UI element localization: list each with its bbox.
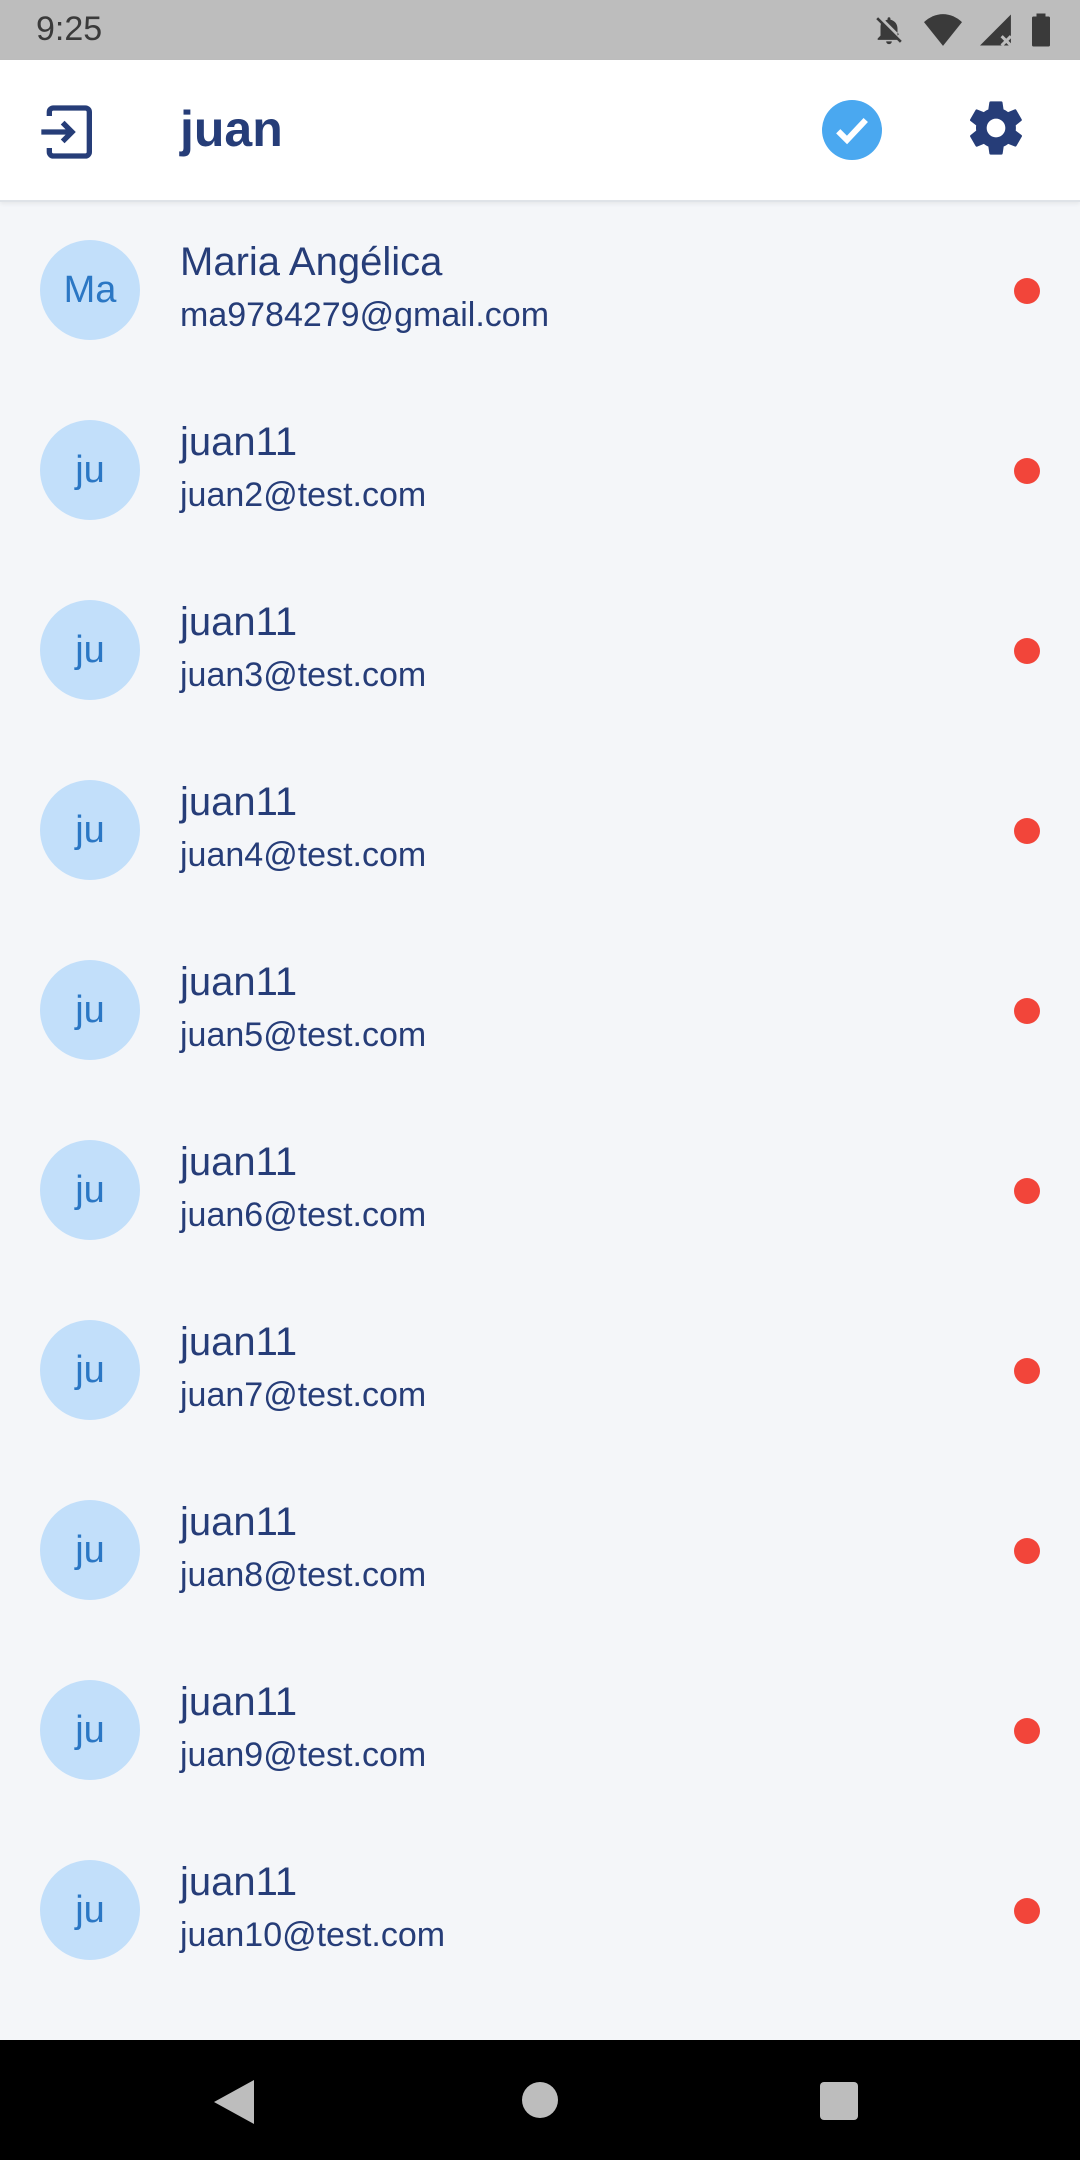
- contact-name: juan11: [180, 1860, 298, 1904]
- avatar: ju: [40, 420, 140, 520]
- status-dot-icon: [1014, 1538, 1040, 1564]
- contact-row[interactable]: Ma Maria Angélica ma9784279@gmail.com: [0, 200, 1080, 380]
- settings-gear-icon[interactable]: [964, 96, 1028, 160]
- contact-row[interactable]: ju juan11 juan9@test.com: [0, 1640, 1080, 1820]
- contact-email: juan4@test.com: [180, 836, 427, 874]
- notifications-off-icon: [872, 13, 906, 47]
- avatar: ju: [40, 1320, 140, 1420]
- avatar: ju: [40, 960, 140, 1060]
- status-dot-icon: [1014, 1178, 1040, 1204]
- contact-email: juan3@test.com: [180, 656, 427, 694]
- back-icon[interactable]: [214, 2080, 254, 2129]
- verified-check-icon[interactable]: [822, 100, 882, 160]
- contact-email: juan2@test.com: [180, 476, 427, 514]
- avatar: ju: [40, 1140, 140, 1240]
- avatar: ju: [40, 1860, 140, 1960]
- status-icons: [872, 12, 1050, 48]
- contact-row[interactable]: ju juan11 juan4@test.com: [0, 740, 1080, 920]
- cell-signal-icon: [980, 14, 1014, 46]
- contact-email: juan9@test.com: [180, 1736, 427, 1774]
- contact-row[interactable]: ju juan11 juan8@test.com: [0, 1460, 1080, 1640]
- contact-name: juan11: [180, 1140, 298, 1184]
- status-dot-icon: [1014, 1718, 1040, 1744]
- contact-email: juan8@test.com: [180, 1556, 427, 1594]
- status-dot-icon: [1014, 278, 1040, 304]
- avatar: ju: [40, 1500, 140, 1600]
- contact-name: juan11: [180, 420, 298, 464]
- contact-row[interactable]: ju juan11 juan3@test.com: [0, 560, 1080, 740]
- status-dot-icon: [1014, 1898, 1040, 1924]
- page-title: juan: [180, 101, 283, 157]
- battery-icon: [1032, 13, 1050, 47]
- status-dot-icon: [1014, 458, 1040, 484]
- contact-email: ma9784279@gmail.com: [180, 296, 550, 334]
- contact-name: Maria Angélica: [180, 240, 443, 284]
- contact-name: juan11: [180, 1680, 298, 1724]
- contact-name: juan11: [180, 1500, 298, 1544]
- contact-email: juan6@test.com: [180, 1196, 427, 1234]
- wifi-icon: [924, 14, 962, 46]
- contact-email: juan7@test.com: [180, 1376, 427, 1414]
- contact-name: juan11: [180, 960, 298, 1004]
- contact-row[interactable]: ju juan11 juan10@test.com: [0, 1820, 1080, 2000]
- status-bar: 9:25: [0, 0, 1080, 60]
- app-bar: juan: [0, 60, 1080, 202]
- contact-row[interactable]: ju juan11 juan7@test.com: [0, 1280, 1080, 1460]
- recents-icon[interactable]: [820, 2082, 858, 2120]
- logout-icon[interactable]: [36, 100, 100, 164]
- avatar: ju: [40, 1680, 140, 1780]
- contact-name: juan11: [180, 780, 298, 824]
- contact-name: juan11: [180, 1320, 298, 1364]
- contact-row[interactable]: ju juan11 juan6@test.com: [0, 1100, 1080, 1280]
- contact-email: juan5@test.com: [180, 1016, 427, 1054]
- status-time: 9:25: [36, 10, 103, 48]
- status-dot-icon: [1014, 998, 1040, 1024]
- avatar: ju: [40, 600, 140, 700]
- contact-list: Ma Maria Angélica ma9784279@gmail.com ju…: [0, 200, 1080, 2000]
- contact-email: juan10@test.com: [180, 1916, 446, 1954]
- status-dot-icon: [1014, 638, 1040, 664]
- contact-row[interactable]: ju juan11 juan5@test.com: [0, 920, 1080, 1100]
- avatar: ju: [40, 780, 140, 880]
- home-icon[interactable]: [522, 2082, 558, 2118]
- avatar: Ma: [40, 240, 140, 340]
- status-dot-icon: [1014, 1358, 1040, 1384]
- status-dot-icon: [1014, 818, 1040, 844]
- system-nav-bar: [0, 2040, 1080, 2160]
- contact-row[interactable]: ju juan11 juan2@test.com: [0, 380, 1080, 560]
- contact-name: juan11: [180, 600, 298, 644]
